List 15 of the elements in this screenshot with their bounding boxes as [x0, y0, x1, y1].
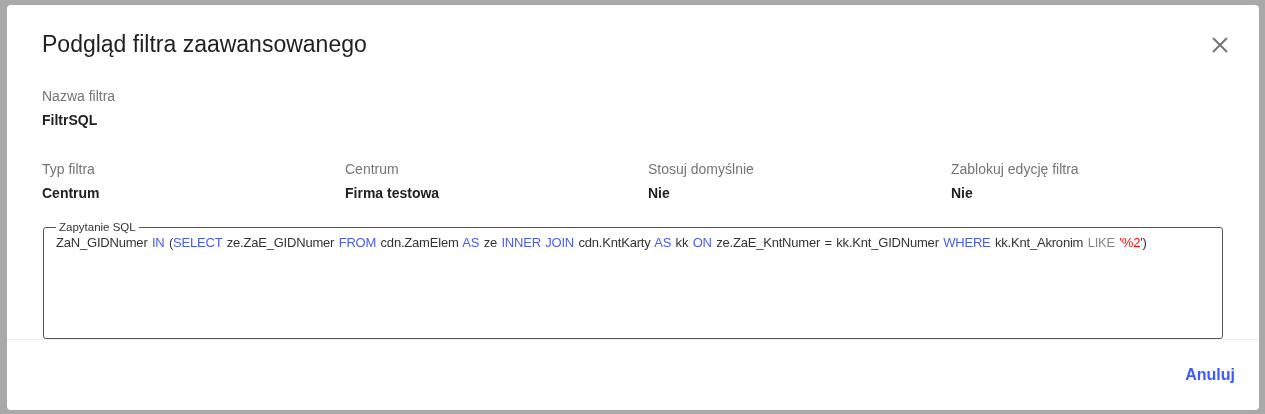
field-value: Nie [648, 185, 671, 201]
field-label: Zablokuj edycję filtra [951, 161, 1080, 177]
field-value: Centrum [42, 185, 101, 201]
field-label: Centrum [345, 161, 400, 177]
field-value: FiltrSQL [42, 112, 99, 128]
field-value: Firma testowa [345, 185, 441, 201]
field-label: Stosuj domyślnie [648, 161, 755, 177]
field-label: Nazwa filtra [42, 88, 117, 104]
sql-query-text: ZaN_GIDNumer IN (SELECT ze.ZaE_GIDNumer FROM cdn.ZamElem AS ze INNER JOIN cdn.KntKarty AS kk ON ze.ZaE_KntNumer = kk.Knt_GIDNumer WHERE kk.Knt_Akronim LIKE '%2') [56, 235, 1148, 250]
sql-query-label: Zapytanie SQL [58, 221, 137, 233]
field-value: Nie [951, 185, 974, 201]
dialog-title: Podgląd filtra zaawansowanego [42, 31, 367, 58]
field-label: Typ filtra [42, 161, 96, 177]
cancel-button[interactable]: Anuluj [1183, 360, 1237, 390]
close-button[interactable] [1211, 35, 1229, 54]
